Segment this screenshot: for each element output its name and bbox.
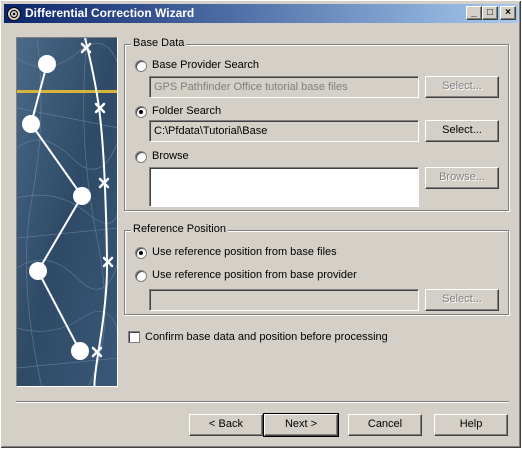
browse-button[interactable]: Browse... (425, 167, 499, 189)
ref-from-provider-label: Use reference position from base provide… (152, 269, 357, 281)
confirm-label: Confirm base data and position before pr… (145, 331, 388, 343)
ref-from-provider-radio[interactable] (135, 270, 147, 282)
base-provider-search-label: Base Provider Search (152, 59, 259, 71)
ref-from-base-files-label: Use reference position from base files (152, 246, 337, 258)
base-provider-search-option[interactable]: Base Provider Search (135, 58, 395, 74)
wizard-window: Differential Correction Wizard _ □ × Bas… (0, 0, 522, 449)
base-provider-search-radio[interactable] (135, 60, 147, 72)
window-title: Differential Correction Wizard (25, 6, 195, 20)
close-button[interactable]: × (500, 6, 516, 20)
back-button[interactable]: < Back (189, 414, 263, 436)
folder-search-label: Folder Search (152, 105, 222, 117)
minimize-button[interactable]: _ (466, 6, 482, 20)
folder-search-option[interactable]: Folder Search (135, 104, 395, 120)
ref-provider-select-button[interactable]: Select... (425, 289, 499, 311)
next-button[interactable]: Next > (263, 413, 339, 437)
footer-separator (16, 401, 509, 403)
folder-select-button[interactable]: Select... (425, 120, 499, 142)
reference-position-group-label: Reference Position (131, 223, 228, 235)
cancel-button[interactable]: Cancel (348, 414, 422, 436)
ref-provider-field (149, 289, 419, 311)
provider-select-button[interactable]: Select... (425, 76, 499, 98)
ref-from-base-files-radio[interactable] (135, 247, 147, 259)
base-data-group-label: Base Data (131, 37, 187, 49)
confirm-checkbox[interactable] (128, 331, 140, 343)
title-bar[interactable]: Differential Correction Wizard _ □ × (4, 4, 518, 23)
folder-path-field[interactable]: C:\Pfdata\Tutorial\Base (149, 120, 419, 142)
ref-from-provider-option[interactable]: Use reference position from base provide… (135, 268, 435, 284)
confirm-option[interactable]: Confirm base data and position before pr… (128, 330, 408, 346)
satellite-app-icon (7, 7, 21, 21)
folder-search-radio[interactable] (135, 106, 147, 118)
help-button[interactable]: Help (434, 414, 508, 436)
browse-option[interactable]: Browse (135, 149, 395, 165)
ref-from-base-files-option[interactable]: Use reference position from base files (135, 245, 435, 261)
base-provider-field: GPS Pathfinder Office tutorial base file… (149, 76, 419, 98)
wizard-side-image (16, 37, 118, 387)
maximize-button[interactable]: □ (482, 6, 498, 20)
browse-radio[interactable] (135, 151, 147, 163)
gps-map-illustration (17, 38, 117, 386)
browse-list-field[interactable] (149, 167, 419, 207)
browse-label: Browse (152, 150, 189, 162)
